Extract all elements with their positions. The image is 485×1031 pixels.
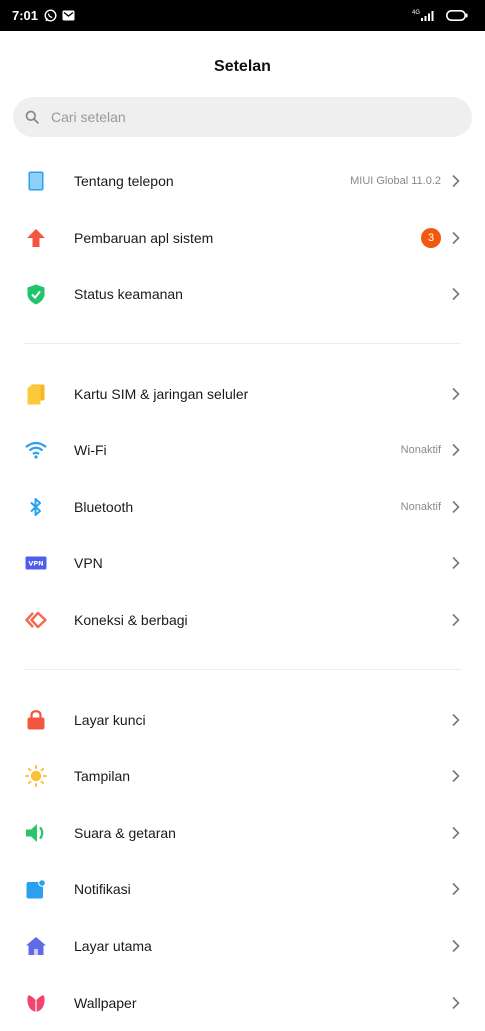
settings-item-sound-vibration[interactable]: Suara & getaran	[0, 805, 485, 861]
settings-item-wallpaper[interactable]: Wallpaper	[0, 975, 485, 1031]
shield-check-icon	[24, 282, 48, 306]
settings-item-bluetooth[interactable]: Bluetooth Nonaktif	[0, 479, 485, 535]
settings-item-display[interactable]: Tampilan	[0, 748, 485, 804]
status-time: 7:01	[12, 8, 39, 23]
wallpaper-flower-icon	[24, 991, 48, 1015]
signal-icon	[421, 10, 435, 21]
settings-item-label: Koneksi & berbagi	[74, 612, 188, 628]
wifi-icon	[24, 438, 48, 462]
chevron-right-icon	[452, 443, 460, 457]
settings-item-notifications[interactable]: Notifikasi	[0, 861, 485, 917]
chevron-right-icon	[452, 613, 460, 627]
settings-item-wifi[interactable]: Wi-Fi Nonaktif	[0, 422, 485, 478]
chevron-right-icon	[452, 882, 460, 896]
settings-item-sim-network[interactable]: Kartu SIM & jaringan seluler	[0, 366, 485, 422]
settings-item-label: Pembaruan apl sistem	[74, 230, 214, 246]
svg-text:VPN: VPN	[28, 560, 43, 568]
bluetooth-icon	[24, 495, 48, 519]
settings-item-label: Tampilan	[74, 768, 131, 784]
settings-item-security-status[interactable]: Status keamanan	[0, 266, 485, 322]
settings-item-label: Wi-Fi	[74, 442, 107, 458]
lock-icon	[24, 708, 48, 732]
battery-icon	[446, 10, 468, 21]
chevron-right-icon	[452, 769, 460, 783]
vpn-icon: VPN	[24, 551, 48, 575]
settings-item-label: Status keamanan	[74, 286, 183, 302]
section-divider	[24, 343, 461, 344]
mail-icon	[62, 10, 75, 21]
chevron-right-icon	[452, 996, 460, 1010]
settings-item-label: Kartu SIM & jaringan seluler	[74, 386, 249, 402]
settings-item-connection-sharing[interactable]: Koneksi & berbagi	[0, 592, 485, 648]
settings-item-value: Nonaktif	[400, 501, 441, 513]
settings-item-home-screen[interactable]: Layar utama	[0, 918, 485, 974]
settings-item-label: Layar utama	[74, 938, 152, 954]
settings-item-label: Wallpaper	[74, 995, 137, 1011]
chevron-right-icon	[452, 500, 460, 514]
network-type-label: 4G	[411, 9, 420, 16]
chevron-right-icon	[452, 826, 460, 840]
settings-item-label: VPN	[74, 555, 103, 571]
search-bar[interactable]	[13, 97, 472, 137]
speaker-icon	[24, 821, 48, 845]
section-divider	[24, 669, 461, 670]
settings-item-label: Suara & getaran	[74, 825, 176, 841]
search-input[interactable]	[51, 109, 431, 125]
sim-card-icon	[24, 382, 48, 406]
settings-item-value: MIUI Global 11.0.2	[350, 175, 441, 187]
notification-icon	[24, 877, 48, 901]
settings-item-about-phone[interactable]: Tentang telepon MIUI Global 11.0.2	[0, 153, 485, 209]
update-arrow-icon	[24, 226, 48, 250]
settings-item-value: Nonaktif	[400, 444, 441, 456]
settings-item-system-app-updates[interactable]: Pembaruan apl sistem 3	[0, 210, 485, 266]
settings-item-vpn[interactable]: VPN VPN	[0, 535, 485, 591]
settings-item-label: Layar kunci	[74, 712, 146, 728]
status-bar: 7:01 4G	[0, 0, 485, 31]
settings-item-label: Tentang telepon	[74, 173, 174, 189]
whatsapp-icon	[44, 9, 57, 22]
update-count-badge: 3	[421, 228, 441, 248]
chevron-right-icon	[452, 287, 460, 301]
sun-icon	[24, 764, 48, 788]
search-icon	[25, 110, 39, 124]
chevron-right-icon	[452, 174, 460, 188]
chevron-right-icon	[452, 231, 460, 245]
settings-item-label: Notifikasi	[74, 881, 131, 897]
chevron-right-icon	[452, 556, 460, 570]
page-title: Setelan	[214, 58, 271, 75]
home-icon	[24, 934, 48, 958]
connection-sharing-icon	[24, 608, 48, 632]
settings-item-lock-screen[interactable]: Layar kunci	[0, 692, 485, 748]
chevron-right-icon	[452, 387, 460, 401]
chevron-right-icon	[452, 939, 460, 953]
phone-icon	[24, 169, 48, 193]
chevron-right-icon	[452, 713, 460, 727]
settings-item-label: Bluetooth	[74, 499, 134, 515]
